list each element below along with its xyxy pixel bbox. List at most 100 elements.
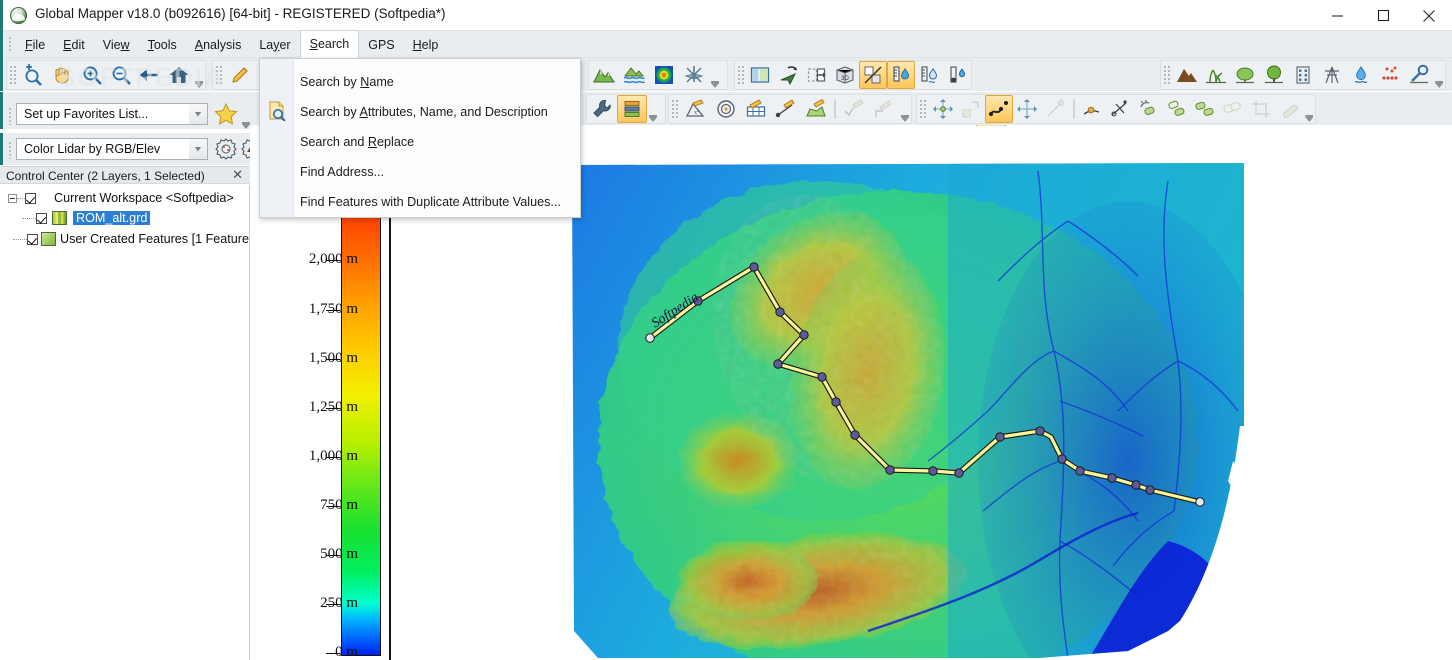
move-free-icon[interactable] xyxy=(1013,95,1041,123)
cut-feature-icon[interactable] xyxy=(1106,95,1134,123)
toolbar-grip[interactable] xyxy=(1163,65,1171,85)
toolbar-overflow-button[interactable] xyxy=(709,62,721,88)
layer-checkbox[interactable] xyxy=(27,233,39,245)
tree-icon[interactable] xyxy=(1260,61,1289,89)
chevron-down-icon[interactable] xyxy=(189,139,207,159)
gear-options-icon[interactable] xyxy=(214,137,238,161)
menu-view[interactable]: View xyxy=(94,31,139,58)
crop-icon[interactable] xyxy=(1247,95,1275,123)
toolbar-grip[interactable] xyxy=(671,99,679,119)
maximize-button[interactable] xyxy=(1360,0,1406,31)
toolbar-overflow-button[interactable] xyxy=(899,96,911,122)
split-feature-icon[interactable] xyxy=(1078,95,1106,123)
building-icon[interactable] xyxy=(1289,61,1318,89)
water-drop-icon[interactable] xyxy=(1347,61,1376,89)
copy-offset-icon[interactable] xyxy=(1219,95,1247,123)
toolbar-grip[interactable] xyxy=(9,65,17,85)
table-row[interactable]: User Created Features [1 Feature xyxy=(0,230,249,248)
navigation-toolbar xyxy=(6,60,206,90)
measure-icon[interactable] xyxy=(1404,61,1433,89)
close-icon[interactable]: ✕ xyxy=(232,168,243,182)
scale-feature-icon[interactable] xyxy=(957,95,985,123)
layout-panels-icon[interactable] xyxy=(746,61,774,89)
toolbar-overflow-button[interactable] xyxy=(647,96,659,122)
menu-item-search-and-replace[interactable]: Search and Replace xyxy=(294,127,582,157)
check-edit-icon[interactable] xyxy=(839,95,869,123)
menu-item-find-address[interactable]: Find Address... xyxy=(294,157,582,187)
zoom-in-box-icon[interactable] xyxy=(19,61,48,89)
target-icon[interactable] xyxy=(711,95,741,123)
menu-file[interactable]: File xyxy=(16,31,54,58)
zoom-out-icon[interactable] xyxy=(106,61,135,89)
menubar-grip[interactable] xyxy=(8,36,12,53)
toolbar-grip[interactable] xyxy=(215,65,223,85)
menu-gps[interactable]: GPS xyxy=(359,31,403,58)
duplicate-rotate-icon[interactable] xyxy=(1163,95,1191,123)
menu-item-search-by-name[interactable]: Search by Name xyxy=(294,67,582,97)
points-icon[interactable] xyxy=(1375,61,1404,89)
layer-checkbox[interactable] xyxy=(36,212,47,224)
menu-analysis[interactable]: Analysis xyxy=(186,31,251,58)
shrub-icon[interactable] xyxy=(1231,61,1260,89)
rotate-copy-icon[interactable] xyxy=(1134,95,1162,123)
create-point-icon[interactable] xyxy=(771,95,801,123)
add-vertex-icon[interactable] xyxy=(1042,95,1070,123)
menu-help[interactable]: Help xyxy=(404,31,448,58)
star-icon[interactable] xyxy=(213,102,239,126)
lidar-shader-combo[interactable]: Color Lidar by RGB/Elev xyxy=(16,138,208,160)
contour-icon[interactable] xyxy=(858,61,887,89)
move-feature-icon[interactable] xyxy=(929,95,957,123)
cut-fill-icon[interactable] xyxy=(679,61,709,89)
table-row[interactable]: ROM_alt.grd xyxy=(0,209,249,227)
home-icon[interactable] xyxy=(164,61,193,89)
terrain-layer-icon[interactable] xyxy=(589,61,619,89)
swipe-icon[interactable] xyxy=(803,61,831,89)
menu-layer[interactable]: Layer xyxy=(250,31,299,58)
line-icon[interactable] xyxy=(1276,95,1304,123)
3d-view-icon[interactable]: 3D xyxy=(831,61,859,89)
water-level-shade-icon[interactable] xyxy=(886,61,915,89)
menu-search[interactable]: Search xyxy=(299,30,360,58)
power-line-icon[interactable] xyxy=(1318,61,1347,89)
pencil-edit-icon[interactable] xyxy=(225,61,255,89)
search-menu-dropdown[interactable]: Search by Name Search by Attributes, Nam… xyxy=(259,58,581,218)
zoom-in-icon[interactable] xyxy=(77,61,106,89)
tree-row-root[interactable]: Current Workspace <Softpedia> xyxy=(0,189,249,207)
create-grid-icon[interactable] xyxy=(741,95,771,123)
flythrough-icon[interactable] xyxy=(775,61,803,89)
water-gauge-icon[interactable] xyxy=(915,61,943,89)
grass-icon[interactable] xyxy=(1202,61,1231,89)
chevron-down-icon[interactable] xyxy=(189,104,207,124)
close-button[interactable] xyxy=(1406,0,1452,31)
menu-item-find-duplicate-attributes[interactable]: Find Features with Duplicate Attribute V… xyxy=(294,187,582,217)
toolbar-overflow-button[interactable] xyxy=(193,62,205,88)
favorites-combo[interactable]: Set up Favorites List... xyxy=(16,103,208,125)
edit-vertices-icon[interactable] xyxy=(985,95,1014,123)
toolbar-grip[interactable] xyxy=(737,65,745,85)
measure-angle-icon[interactable]: x° xyxy=(681,95,711,123)
toolbar-grip[interactable] xyxy=(919,99,927,119)
water-sample-icon[interactable] xyxy=(943,61,971,89)
menu-item-search-by-attributes[interactable]: Search by Attributes, Name, and Descript… xyxy=(294,97,582,127)
expand-collapse-icon[interactable] xyxy=(8,193,17,203)
layer-stack-icon[interactable] xyxy=(617,95,647,123)
square-edit-icon[interactable] xyxy=(869,95,899,123)
root-checkbox[interactable] xyxy=(25,192,36,204)
minimize-button[interactable] xyxy=(1314,0,1360,31)
menu-tools[interactable]: Tools xyxy=(139,31,186,58)
layer-name[interactable]: ROM_alt.grd xyxy=(73,211,151,225)
elevation-grid-icon[interactable] xyxy=(649,61,679,89)
rotate-feature-icon[interactable] xyxy=(1191,95,1219,123)
wrench-settings-icon[interactable] xyxy=(587,95,617,123)
mountain-icon[interactable] xyxy=(1173,61,1202,89)
toolbar-overflow-button[interactable] xyxy=(1433,62,1445,88)
pan-hand-icon[interactable] xyxy=(48,61,77,89)
favorites-grip[interactable] xyxy=(8,107,12,125)
menu-edit[interactable]: Edit xyxy=(54,31,94,58)
shader-grip[interactable] xyxy=(8,141,12,159)
toolbar-overflow-button[interactable] xyxy=(1304,96,1315,122)
water-level-icon[interactable] xyxy=(619,61,649,89)
create-area-icon[interactable] xyxy=(801,95,831,123)
layer-name[interactable]: User Created Features [1 Feature xyxy=(60,232,249,246)
back-arrow-icon[interactable] xyxy=(135,61,164,89)
